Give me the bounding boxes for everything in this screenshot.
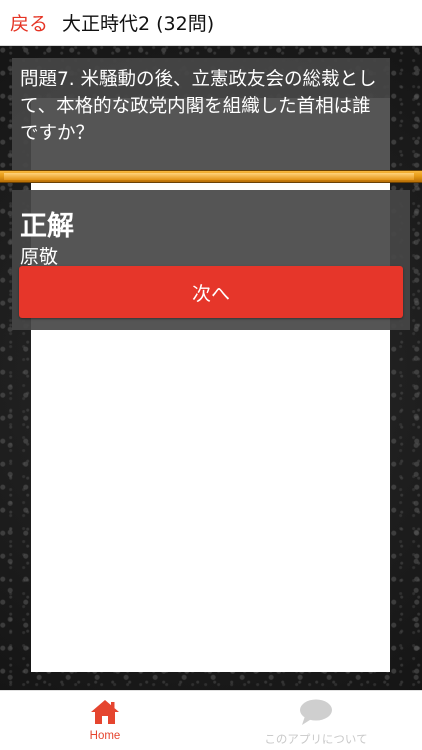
progress-bar: [0, 170, 422, 183]
question-text: 問題7. 米騒動の後、立憲政友会の総裁として、本格的な政党内閣を組織した首相は誰…: [20, 69, 377, 144]
tab-about-label: このアプリについて: [264, 734, 368, 746]
answer-panel: 正解 原敬 次へ: [12, 190, 410, 330]
content-card: [31, 98, 390, 672]
question-panel: 問題7. 米騒動の後、立憲政友会の総裁として、本格的な政党内閣を組織した首相は誰…: [12, 58, 390, 170]
app-header: 戻る 大正時代2 (32問): [0, 0, 422, 46]
chat-bubble-icon: [300, 699, 332, 725]
tab-about[interactable]: このアプリについて: [256, 699, 376, 747]
page-title: 大正時代2 (32問): [62, 13, 215, 35]
tab-home-label: Home: [89, 730, 121, 742]
bottom-tab-bar: Home このアプリについて: [0, 690, 422, 750]
next-button[interactable]: 次へ: [19, 266, 403, 318]
back-button[interactable]: 戻る: [10, 9, 48, 36]
tab-home[interactable]: Home: [45, 699, 165, 747]
quiz-stage: 問題7. 米騒動の後、立憲政友会の総裁として、本格的な政党内閣を組織した首相は誰…: [0, 46, 422, 690]
answer-heading: 正解: [20, 211, 74, 242]
answer-text: 原敬: [20, 246, 59, 268]
progress-bar-fill: [4, 173, 414, 180]
home-icon: [91, 700, 119, 724]
